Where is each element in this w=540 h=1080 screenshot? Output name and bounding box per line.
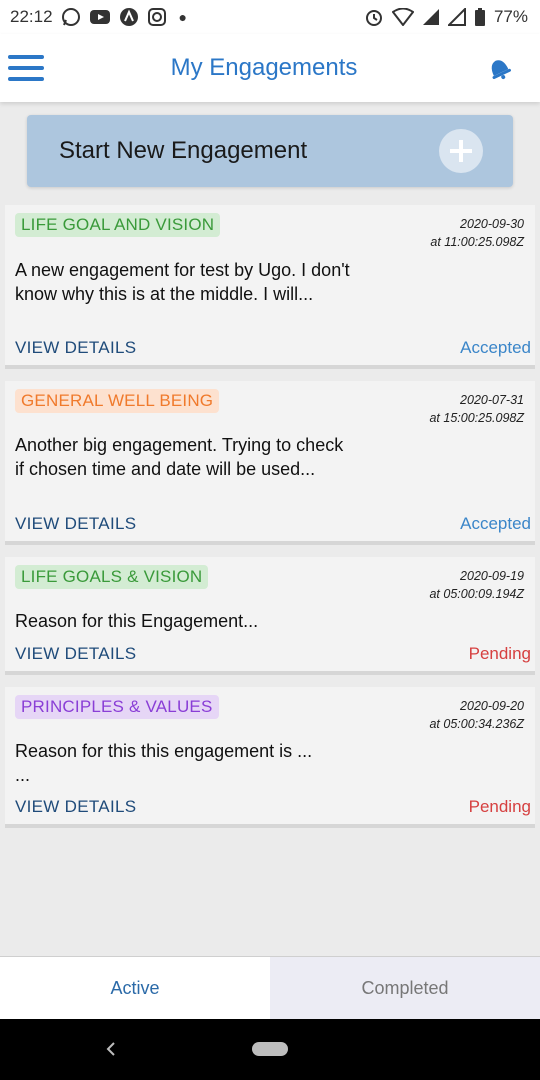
notification-dot-icon: ● xyxy=(178,9,188,25)
engagement-description: Reason for this Engagement... xyxy=(15,611,259,631)
bell-icon[interactable] xyxy=(484,53,514,83)
engagement-date-time: at 11:00:25.098Z xyxy=(430,235,524,249)
engagement-status: Accepted xyxy=(460,514,531,533)
engagement-date-time: at 05:00:09.194Z xyxy=(429,587,524,601)
engagement-date-time: at 15:00:25.098Z xyxy=(429,411,524,425)
start-new-engagement-label: Start New Engagement xyxy=(59,137,308,164)
battery-percent: 77% xyxy=(493,7,528,26)
app-header: My Engagements xyxy=(0,34,540,102)
engagement-date: 2020-09-20 at 05:00:34.236Z xyxy=(429,697,524,733)
home-pill-icon[interactable] xyxy=(252,1042,288,1056)
bottom-tabs: Active Completed xyxy=(0,956,540,1019)
engagement-date-day: 2020-09-19 xyxy=(460,569,524,583)
signal-icon xyxy=(447,8,466,26)
hamburger-menu-icon[interactable] xyxy=(8,55,44,81)
engagement-date-day: 2020-07-31 xyxy=(460,393,524,407)
engagement-date: 2020-09-19 at 05:00:09.194Z xyxy=(429,567,524,603)
whatsapp-icon xyxy=(61,7,81,27)
back-icon[interactable] xyxy=(100,1037,122,1061)
engagement-description: Reason for this this engagement is ... .… xyxy=(15,741,313,785)
signal-icon xyxy=(422,8,440,26)
youtube-icon xyxy=(89,8,111,26)
engagement-date-day: 2020-09-20 xyxy=(460,699,524,713)
view-details-link[interactable]: VIEW DETAILS xyxy=(15,338,136,358)
system-nav-bar xyxy=(0,1019,540,1080)
view-details-link[interactable]: VIEW DETAILS xyxy=(15,797,136,817)
alarm-icon xyxy=(364,7,384,27)
engagement-status: Pending xyxy=(468,797,531,816)
status-bar: 22:12 ● 77% xyxy=(0,0,540,34)
tab-active[interactable]: Active xyxy=(0,957,270,1019)
engagement-date: 2020-09-30 at 11:00:25.098Z xyxy=(430,215,524,251)
view-details-link[interactable]: VIEW DETAILS xyxy=(15,644,136,664)
category-tag: LIFE GOAL AND VISION xyxy=(15,213,221,237)
engagement-card[interactable]: LIFE GOALS & VISION 2020-09-19 at 05:00:… xyxy=(5,557,535,675)
wifi-icon xyxy=(391,8,414,26)
instagram-icon xyxy=(147,7,167,27)
category-tag: LIFE GOALS & VISION xyxy=(15,565,209,589)
status-left: 22:12 ● xyxy=(10,7,187,27)
status-time: 22:12 xyxy=(10,7,53,26)
start-new-engagement-button[interactable]: Start New Engagement xyxy=(27,115,513,187)
engagement-card[interactable]: GENERAL WELL BEING 2020-07-31 at 15:00:2… xyxy=(5,381,535,545)
category-tag: GENERAL WELL BEING xyxy=(15,389,220,413)
battery-icon xyxy=(474,7,486,27)
engagement-date-day: 2020-09-30 xyxy=(460,217,524,231)
engagement-date-time: at 05:00:34.236Z xyxy=(429,717,524,731)
plus-icon xyxy=(439,129,483,173)
category-tag: PRINCIPLES & VALUES xyxy=(15,695,219,719)
engagement-status: Accepted xyxy=(460,338,531,357)
page-title: My Engagements xyxy=(170,54,358,81)
engagement-card[interactable]: LIFE GOAL AND VISION 2020-09-30 at 11:00… xyxy=(5,205,535,369)
view-details-link[interactable]: VIEW DETAILS xyxy=(15,514,136,534)
engagement-description: Another big engagement. Trying to check … xyxy=(15,435,344,479)
engagement-status: Pending xyxy=(468,644,531,663)
status-right: 77% xyxy=(364,7,528,27)
tab-completed[interactable]: Completed xyxy=(270,957,540,1019)
engagement-card[interactable]: PRINCIPLES & VALUES 2020-09-20 at 05:00:… xyxy=(5,687,535,828)
app-a-icon xyxy=(119,7,139,27)
engagement-date: 2020-07-31 at 15:00:25.098Z xyxy=(429,391,524,427)
engagement-description: A new engagement for test by Ugo. I don'… xyxy=(15,260,350,304)
